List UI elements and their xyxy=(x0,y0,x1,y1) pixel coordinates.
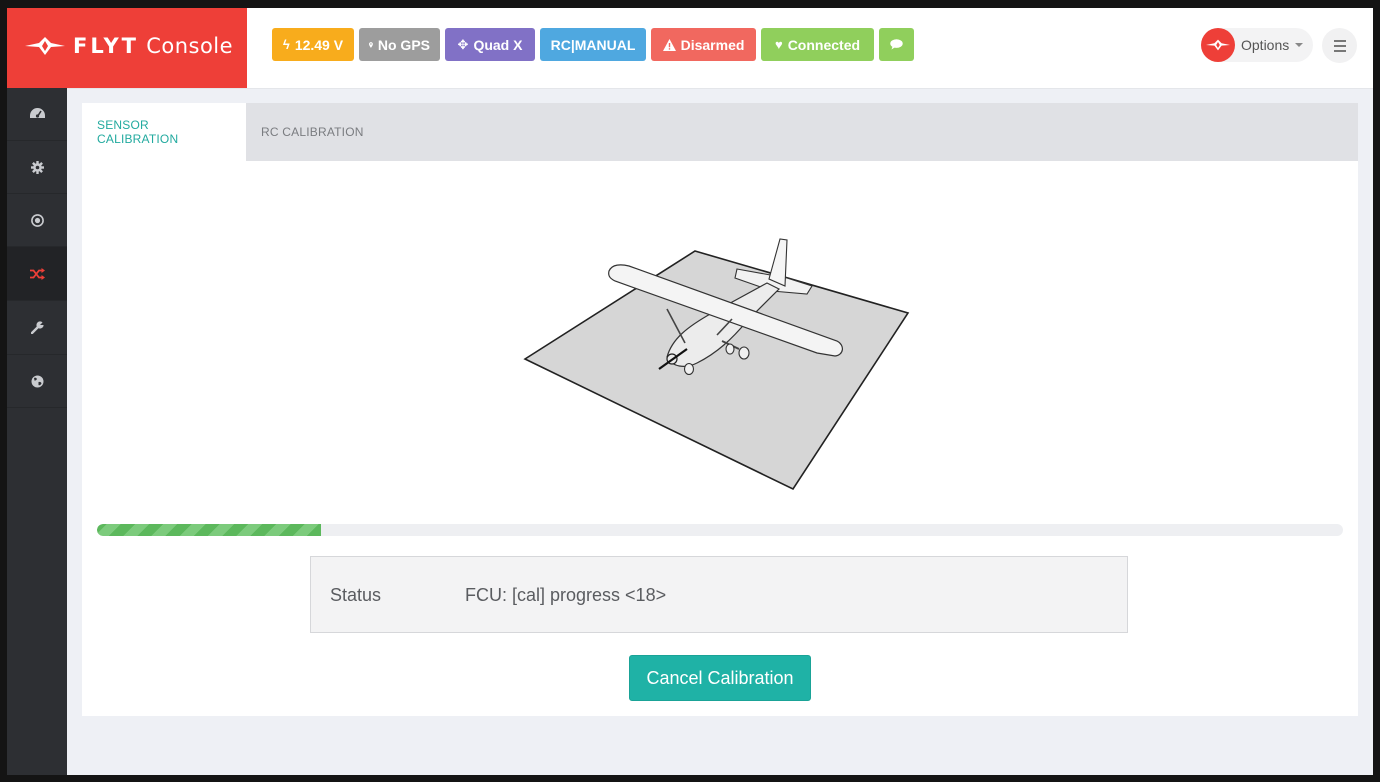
flyt-logo-icon xyxy=(1206,39,1230,51)
flight-mode: RC|MANUAL xyxy=(550,36,636,53)
tab-rc-calibration[interactable]: RC CALIBRATION xyxy=(246,103,379,161)
warning-icon xyxy=(662,38,676,51)
brand-name: FLYT Console xyxy=(73,34,233,58)
cancel-calibration-button[interactable]: Cancel Calibration xyxy=(629,655,811,701)
globe-icon xyxy=(31,375,43,387)
options-label: Options xyxy=(1241,37,1290,53)
sidebar xyxy=(7,88,67,775)
arrows-icon: ✥ xyxy=(457,36,469,52)
sidebar-item-settings[interactable] xyxy=(7,141,67,194)
calibration-tabs: SENSOR CALIBRATION RC CALIBRATION xyxy=(82,103,1358,161)
brand-name-bold: FLYT xyxy=(73,34,139,58)
gps-badge[interactable]: No GPS xyxy=(359,28,440,61)
heart-icon: ♥ xyxy=(774,37,783,52)
gear-icon xyxy=(30,160,44,174)
calibration-progress-fill xyxy=(97,524,322,536)
comments-icon xyxy=(890,39,903,50)
connection-status: Connected xyxy=(787,36,861,53)
tab-sensor-calibration[interactable]: SENSOR CALIBRATION xyxy=(82,103,246,161)
dashboard-icon xyxy=(29,108,45,118)
app-window: FLYT Console ϟ 12.49 V No GPS ✥ Quad X R… xyxy=(7,8,1373,775)
bolt-icon: ϟ xyxy=(282,37,290,52)
calibration-card: SENSOR CALIBRATION RC CALIBRATION Status… xyxy=(82,103,1358,716)
frame-type: Quad X xyxy=(473,36,523,53)
target-icon xyxy=(30,213,44,227)
arm-status: Disarmed xyxy=(680,36,745,53)
aircraft-orientation-model xyxy=(523,238,910,491)
frame-badge[interactable]: ✥ Quad X xyxy=(445,28,535,61)
arm-status-badge[interactable]: Disarmed xyxy=(651,28,756,61)
flyt-logo-icon xyxy=(25,37,65,55)
calibration-progress-bar xyxy=(97,524,1343,536)
shuffle-icon xyxy=(29,267,45,280)
map-marker-icon xyxy=(369,41,373,48)
options-menu[interactable]: Options xyxy=(1201,28,1313,62)
wrench-icon xyxy=(30,321,44,334)
mode-badge[interactable]: RC|MANUAL xyxy=(540,28,646,61)
battery-badge[interactable]: ϟ 12.49 V xyxy=(272,28,354,61)
hamburger-icon xyxy=(1333,39,1346,42)
brand-name-light: Console xyxy=(146,34,234,58)
status-value: FCU: [cal] progress <18> xyxy=(465,585,667,605)
status-panel: Status FCU: [cal] progress <18> xyxy=(310,556,1128,633)
battery-voltage: 12.49 V xyxy=(294,36,344,53)
top-header: FLYT Console ϟ 12.49 V No GPS ✥ Quad X R… xyxy=(7,8,1373,89)
sidebar-item-globe[interactable] xyxy=(7,355,67,408)
connection-badge[interactable]: ♥ Connected xyxy=(761,28,874,61)
gps-status: No GPS xyxy=(377,36,430,53)
avatar xyxy=(1201,28,1235,62)
sidebar-item-calibration[interactable] xyxy=(7,247,67,301)
status-badges: ϟ 12.49 V No GPS ✥ Quad X RC|MANUAL Disa… xyxy=(272,28,919,61)
sidebar-item-dashboard[interactable] xyxy=(7,88,67,141)
chevron-down-icon xyxy=(1295,43,1304,47)
brand-logo[interactable]: FLYT Console xyxy=(7,8,247,88)
sidebar-item-target[interactable] xyxy=(7,194,67,247)
messages-badge[interactable] xyxy=(879,28,914,61)
sidebar-item-tools[interactable] xyxy=(7,301,67,355)
menu-toggle-button[interactable] xyxy=(1322,28,1357,63)
status-label: Status xyxy=(330,585,382,605)
